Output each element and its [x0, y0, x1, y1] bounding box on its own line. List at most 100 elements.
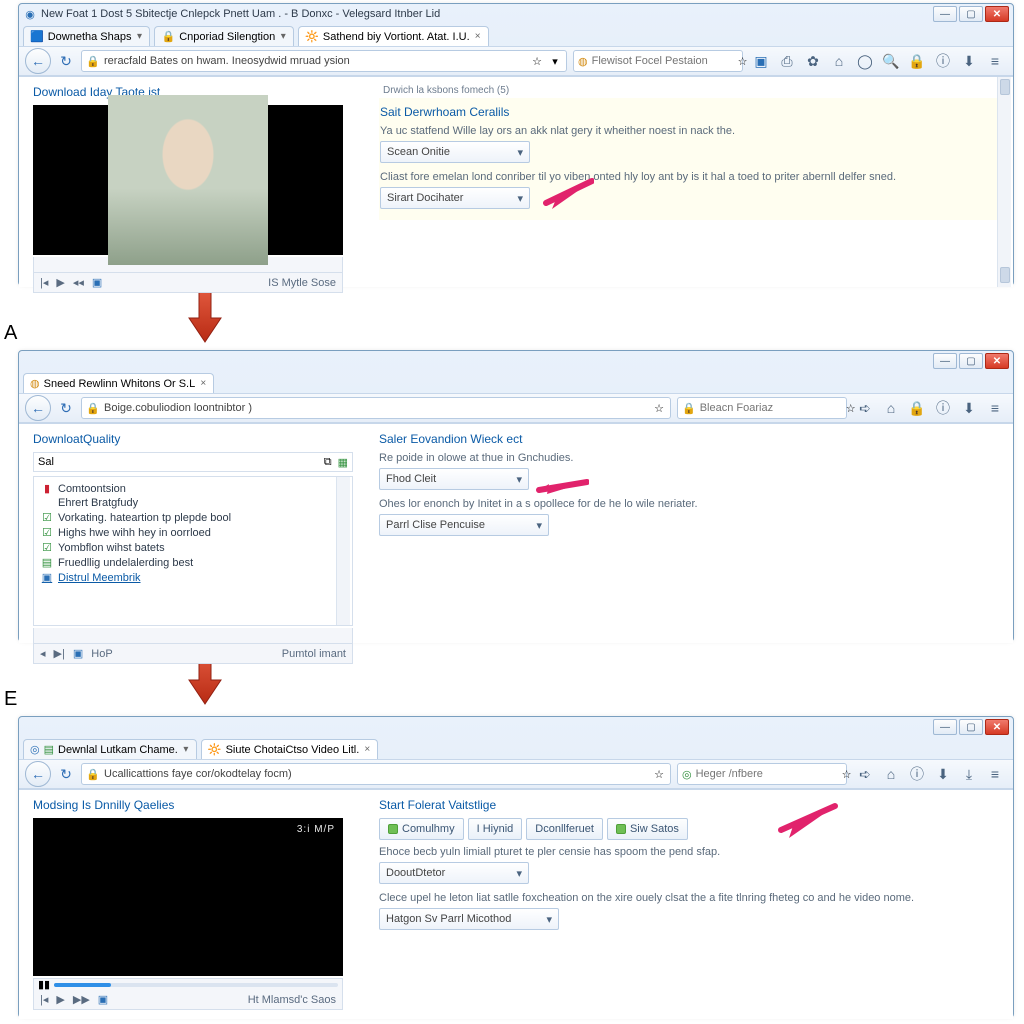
scrollbar-thumb[interactable]	[1000, 267, 1010, 283]
search-input[interactable]	[592, 55, 734, 67]
browser-tab-1[interactable]: 🔒Cnporiad Silengtion▾	[154, 26, 294, 46]
option-dropdown-2[interactable]: Sirart Docihater▾	[380, 187, 530, 209]
lock-icon[interactable]: 🔒	[909, 400, 925, 416]
pause-icon[interactable]: ▮▮	[38, 978, 50, 991]
prev-icon[interactable]: |◂	[40, 993, 48, 1006]
reload-button[interactable]: ↻	[57, 765, 75, 783]
maximize-button[interactable]: ▢	[959, 353, 983, 369]
url-input[interactable]	[104, 55, 526, 67]
reload-button[interactable]: ↻	[57, 52, 75, 70]
search-input[interactable]	[700, 402, 842, 414]
tree-scrollbar[interactable]	[336, 477, 350, 625]
screen-icon[interactable]: ▣	[98, 993, 108, 1006]
next-icon[interactable]: ▶▶	[73, 993, 90, 1006]
download-icon[interactable]: ⤓	[961, 766, 977, 782]
download-icon[interactable]: ⬇	[961, 53, 977, 69]
h-scrollbar[interactable]	[33, 628, 353, 644]
tree-item[interactable]: ☑Yombflon wihst batets	[40, 540, 332, 555]
tree-item[interactable]: ☑Highs hwe wihh hey in oorrloed	[40, 525, 332, 540]
extension-icon[interactable]: ✿	[805, 53, 821, 69]
close-button[interactable]: ✕	[985, 719, 1009, 735]
browser-tab-0[interactable]: ◍Sneed Rewlinn Whitons Or S.L×	[23, 373, 214, 393]
address-bar[interactable]: 🔒 ☆	[81, 763, 671, 785]
action-button-3[interactable]: Siw Satos	[607, 818, 688, 840]
menu-icon[interactable]: ≡	[987, 53, 1003, 69]
chevron-down-icon[interactable]: ▾	[133, 30, 145, 42]
screen-icon[interactable]: ▣	[92, 276, 102, 289]
chevron-down-icon[interactable]: ▾	[180, 743, 192, 755]
rewind-icon[interactable]: ◂◂	[73, 276, 84, 289]
info-icon[interactable]: ⓘ	[909, 766, 925, 782]
play-icon[interactable]: ▶	[56, 993, 64, 1006]
tree-item[interactable]: ▣Distrul Meembrik	[40, 570, 332, 585]
tab-close-icon[interactable]: ×	[197, 377, 209, 389]
copy-icon[interactable]: ⧉	[324, 456, 332, 469]
grid-icon[interactable]: ▦	[338, 456, 348, 469]
lock-icon[interactable]: 🔒	[909, 53, 925, 69]
home-icon[interactable]: ⌂	[831, 53, 847, 69]
scrollbar-thumb[interactable]	[1000, 79, 1010, 95]
minimize-button[interactable]: —	[933, 6, 957, 22]
tree-item[interactable]: ▤Fruedllig undelalerding best	[40, 555, 332, 570]
action-button-1[interactable]: I Hiynid	[468, 818, 523, 840]
browser-tab-1[interactable]: 🔆Siute ChotaiCtso Video Litl.×	[201, 739, 378, 759]
url-input[interactable]	[104, 768, 648, 780]
action-button-0[interactable]: Comulhmy	[379, 818, 464, 840]
option-dropdown-1[interactable]: DooutDtetor▾	[379, 862, 529, 884]
prev-icon[interactable]: |◂	[40, 276, 48, 289]
search-box[interactable]: 🔒 ☆	[677, 397, 847, 419]
back-button[interactable]: ←	[25, 395, 51, 421]
tree-item[interactable]: Ehrert Bratgfudy	[40, 496, 332, 510]
extension-icon[interactable]: ◯	[857, 53, 873, 69]
star-icon[interactable]: ☆	[652, 401, 666, 415]
action-button-2[interactable]: Dconllferuet	[526, 818, 603, 840]
star-icon[interactable]: ☆	[738, 54, 748, 68]
reload-button[interactable]: ↻	[57, 399, 75, 417]
info-icon[interactable]: ⓘ	[935, 400, 951, 416]
back-button[interactable]: ←	[25, 48, 51, 74]
info-icon[interactable]: ⓘ	[935, 53, 951, 69]
play-icon[interactable]: ▶|	[54, 647, 65, 660]
tree-item[interactable]: ☑Vorkating. hateartion tp plepde bool	[40, 510, 332, 525]
minimize-button[interactable]: —	[933, 353, 957, 369]
option-dropdown-2[interactable]: Hatgon Sv Parrl Micothod▾	[379, 908, 559, 930]
tab-close-icon[interactable]: ×	[361, 743, 373, 755]
close-button[interactable]: ✕	[985, 353, 1009, 369]
back-button[interactable]: ←	[25, 761, 51, 787]
tab-close-icon[interactable]: ×	[472, 30, 484, 42]
vertical-scrollbar[interactable]	[997, 77, 1011, 287]
maximize-button[interactable]: ▢	[959, 6, 983, 22]
address-bar[interactable]: 🔒 ☆ ▾	[81, 50, 567, 72]
play-icon[interactable]: ▶	[56, 276, 64, 289]
star-icon[interactable]: ☆	[652, 767, 666, 781]
search-box[interactable]: ◍ ☆	[573, 50, 743, 72]
dropdown-icon[interactable]: ▾	[548, 54, 562, 68]
option-dropdown-1[interactable]: Fhod Cleit▾	[379, 468, 529, 490]
video-player[interactable]: 3:i M/P	[33, 818, 343, 976]
screen-icon[interactable]: ▣	[73, 647, 83, 660]
browser-tab-0[interactable]: 🟦Downetha Shaps▾	[23, 26, 150, 46]
close-button[interactable]: ✕	[985, 6, 1009, 22]
chevron-down-icon[interactable]: ▾	[277, 30, 289, 42]
star-icon[interactable]: ☆	[530, 54, 544, 68]
extension-icon[interactable]: ▣	[753, 53, 769, 69]
search-icon[interactable]: 🔍	[883, 53, 899, 69]
maximize-button[interactable]: ▢	[959, 719, 983, 735]
option-dropdown-2[interactable]: Parrl Clise Pencuise▾	[379, 514, 549, 536]
star-icon[interactable]: ☆	[842, 767, 852, 781]
menu-icon[interactable]: ≡	[987, 766, 1003, 782]
prev-icon[interactable]: ◂	[40, 647, 46, 660]
progress-bar[interactable]: ▮▮	[33, 978, 343, 990]
download-icon[interactable]: ⬇	[961, 400, 977, 416]
search-input[interactable]	[696, 768, 838, 780]
download-icon[interactable]: ⬇	[935, 766, 951, 782]
url-input[interactable]	[104, 402, 648, 414]
home-icon[interactable]: ⌂	[883, 766, 899, 782]
search-box[interactable]: ◎ ☆	[677, 763, 847, 785]
menu-icon[interactable]: ≡	[987, 400, 1003, 416]
extension-icon[interactable]: ⎙	[779, 53, 795, 69]
option-dropdown-1[interactable]: Scean Onitie▾	[380, 141, 530, 163]
address-bar[interactable]: 🔒 ☆	[81, 397, 671, 419]
forward-icon[interactable]: ➪	[857, 766, 873, 782]
browser-tab-0[interactable]: ◎▤Dewnlal Lutkam Chame.▾	[23, 739, 197, 759]
